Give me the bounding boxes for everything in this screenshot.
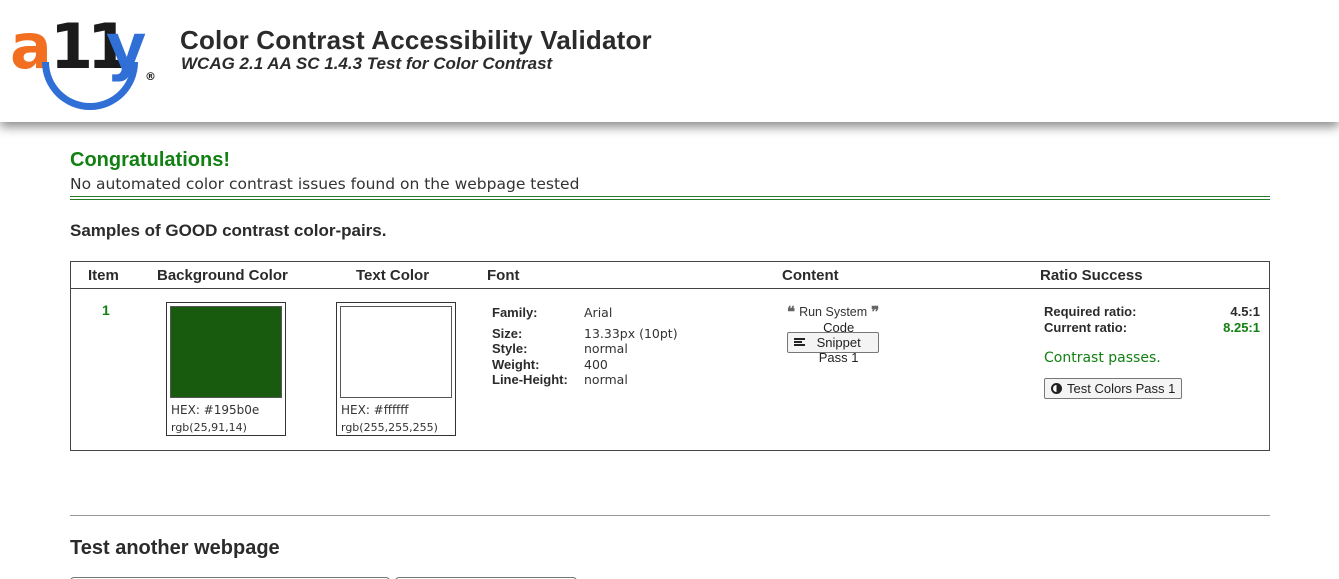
app-subtitle: WCAG 2.1 AA SC 1.4.3 Test for Color Cont… [181, 54, 553, 73]
text-hex: HEX: #ffffff [341, 403, 409, 417]
code-snippet-label: Code Snippet Pass 1 [816, 320, 861, 365]
result-divider [70, 196, 1270, 200]
column-header-item: Item [88, 267, 119, 284]
column-header-content: Content [782, 267, 839, 284]
font-style-value: normal [584, 341, 628, 356]
result-heading: Congratulations! [70, 149, 230, 171]
font-style-label: Style: [492, 341, 528, 356]
code-snippet-button[interactable]: Code Snippet Pass 1 [787, 320, 880, 365]
line-height-value: normal [584, 372, 628, 387]
background-hex: HEX: #195b0e [171, 403, 260, 417]
site-header: a 11 y ® Color Contrast Accessibility Va… [0, 0, 1339, 122]
results-table: Item Background Color Text Color Font Co… [70, 261, 1270, 451]
registered-mark: ® [145, 70, 156, 83]
text-color-sample: HEX: #ffffff rgb(255,255,255) [336, 302, 456, 436]
app-title: Color Contrast Accessibility Validator [180, 25, 652, 55]
column-header-ratio: Ratio Success [1040, 267, 1143, 284]
required-ratio-label: Required ratio: [1044, 304, 1137, 319]
section-divider [70, 515, 1270, 516]
contrast-icon [1051, 383, 1062, 394]
a11y-logo[interactable]: a 11 y ® [8, 12, 160, 110]
line-height-label: Line-Height: [492, 372, 568, 387]
samples-title: Samples of GOOD contrast color-pairs. [70, 221, 387, 240]
align-left-icon [794, 338, 805, 347]
font-weight-label: Weight: [492, 357, 540, 372]
font-family-value: Arial [584, 305, 613, 320]
item-number: 1 [102, 302, 110, 318]
background-swatch [170, 306, 282, 398]
column-header-text-color: Text Color [356, 267, 430, 284]
current-ratio-label: Current ratio: [1044, 320, 1128, 335]
background-color-sample: HEX: #195b0e rgb(25,91,14) [166, 302, 286, 436]
required-ratio-value: 4.5:1 [1230, 304, 1260, 319]
content-text: Run System [799, 305, 868, 319]
content-cell: ❝ Run System ❞ Code Snippet Pass 1 [787, 303, 880, 365]
quote-right-icon: ❞ [871, 303, 880, 321]
content-quote: ❝ Run System ❞ [787, 303, 880, 321]
current-ratio-value: 8.25:1 [1223, 320, 1260, 335]
results-table-header: Item Background Color Text Color Font Co… [71, 262, 1269, 289]
font-size-value: 13.33px (10pt) [584, 326, 678, 341]
test-another-heading: Test another webpage [70, 537, 280, 559]
background-rgb: rgb(25,91,14) [171, 421, 247, 434]
text-rgb: rgb(255,255,255) [341, 421, 438, 434]
logo-arc-icon [42, 62, 138, 110]
column-header-font: Font [487, 267, 520, 284]
font-size-label: Size: [492, 326, 523, 341]
test-colors-label: Test Colors Pass 1 [1067, 381, 1176, 396]
font-weight-value: 400 [584, 357, 608, 372]
contrast-status: Contrast passes. [1044, 350, 1161, 366]
column-header-background: Background Color [157, 267, 288, 284]
quote-left-icon: ❝ [787, 303, 796, 321]
result-message: No automated color contrast issues found… [70, 175, 580, 193]
test-colors-button[interactable]: Test Colors Pass 1 [1044, 378, 1183, 399]
text-swatch [340, 306, 452, 398]
font-family-label: Family: [492, 305, 538, 320]
